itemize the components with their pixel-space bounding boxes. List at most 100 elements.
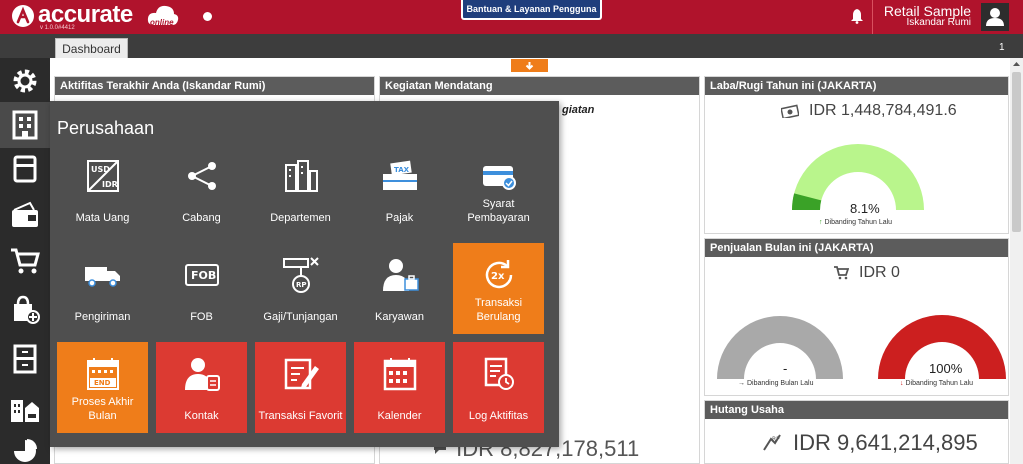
arrow-down-icon: ↓ [900,380,904,387]
building-icon [255,156,346,196]
tile-favorite-transaction[interactable]: Transaksi Favorit [255,342,346,433]
money-icon [781,104,799,118]
bank-icon [12,201,38,227]
tile-branch[interactable]: Cabang [156,144,247,235]
user-avatar-icon[interactable] [981,3,1009,31]
contact-icon [156,354,247,394]
svg-text:RP: RP [772,436,780,443]
sales-right-compare: Dibanding Tahun Lalu [905,380,974,387]
profit-pct: 8.1% [850,201,880,216]
tile-contact[interactable]: Kontak [156,342,247,433]
debt-icon: RP [763,434,781,451]
sales-right-label: 100% [929,361,963,376]
scroll-thumb[interactable] [1012,72,1021,232]
topbar-divider [872,0,873,34]
sales-left-compare: Dibanding Bulan Lalu [746,380,814,387]
sales-value: IDR 0 [859,264,900,281]
sidebar-item-ledger[interactable] [0,146,50,192]
svg-text:IDR: IDR [102,180,118,189]
tile-label: FOB [190,311,213,323]
inventory-icon [13,344,37,374]
tile-label: Syarat Pembayaran [467,198,530,224]
status-dot [203,12,212,21]
overlay-title: Perusahaan [57,118,155,138]
collapse-toggle-button[interactable] [511,59,548,72]
tab-dashboard[interactable]: Dashboard [55,38,128,58]
tile-label: Log Aktifitas [468,410,529,422]
cart-icon [11,248,40,274]
panel-upcoming-title: Kegiatan Mendatang [380,77,699,95]
payment-terms-icon [453,156,544,196]
tile-department[interactable]: Departemen [255,144,346,235]
tile-fob[interactable]: FOB FOB [156,243,247,334]
svg-text:USD: USD [91,165,110,174]
tile-activity-log[interactable]: Log Aktifitas [453,342,544,433]
employee-icon [354,255,445,295]
activity-log-icon [453,354,544,394]
sidebar-item-settings[interactable] [0,58,50,104]
scroll-up-icon[interactable] [1012,60,1021,68]
sidebar-item-bank[interactable] [0,192,50,238]
accurate-logo-icon[interactable] [12,5,34,27]
bell-icon[interactable] [850,8,864,24]
svg-text:TAX: TAX [394,166,410,174]
salary-icon: RP [255,255,346,295]
tile-label: Pajak [385,212,414,224]
tile-employee[interactable]: Karyawan [354,243,445,334]
top-bar: accurate online v 1.0.0#4412 Bantuan & L… [0,0,1023,34]
tile-currency[interactable]: USD IDR Mata Uang [57,144,148,235]
tile-label: Proses Akhir Bulan [71,396,134,422]
panel-debt: Hutang Usaha RP IDR 9,641,214,895 [704,400,1009,464]
panel-activities-title: Aktifitas Terakhir Anda (Iskandar Rumi) [55,77,374,95]
calendar-icon [354,354,445,394]
sidebar-item-sales[interactable] [0,238,50,284]
tile-label: Kalender [377,410,422,422]
tile-label: Pengiriman [74,311,131,323]
report-icon [14,439,37,462]
sidebar-item-inventory[interactable] [0,336,50,382]
debt-value: IDR 9,641,214,895 [793,430,978,455]
panel-debt-title: Hutang Usaha [705,401,1008,419]
tile-tax[interactable]: TAX Pajak [354,144,445,235]
tile-label: Gaji/Tunjangan [263,311,338,323]
panel-sales-title: Penjualan Bulan ini (JAKARTA) [705,239,1008,257]
svg-text:FOB: FOB [191,269,216,282]
tile-salary[interactable]: RP Gaji/Tunjangan [255,243,346,334]
sales-left-label: - [783,361,788,376]
sidebar-item-assets[interactable] [0,386,50,432]
tile-label: Karyawan [375,311,424,323]
tile-recurring[interactable]: 2x Transaksi Berulang [453,243,544,334]
page-number[interactable]: 1 [999,42,1005,53]
user-name[interactable]: Iskandar Rumi [907,17,971,28]
company-menu-overlay: Perusahaan USD IDR Mata Uang Cabang Depar… [50,101,559,447]
recurring-icon: 2x [453,255,544,295]
sidebar [0,58,50,464]
settings-icon [13,69,37,93]
truck-icon [57,255,148,295]
panel-sales: Penjualan Bulan ini (JAKARTA) IDR 0 - → … [704,238,1009,396]
app-version: v 1.0.0#4412 [40,25,75,31]
company-icon [12,110,38,140]
sidebar-item-company[interactable] [0,102,50,148]
tile-month-end[interactable]: END Proses Akhir Bulan [57,342,148,433]
calendar-end-icon: END [57,354,148,394]
panel-profit-title: Laba/Rugi Tahun ini (JAKARTA) [705,77,1008,95]
sales-gauge-month [717,316,843,379]
favorite-edit-icon [255,354,346,394]
tile-shipping[interactable]: Pengiriman [57,243,148,334]
tile-label: Transaksi Berulang [474,297,523,323]
tile-calendar[interactable]: Kalender [354,342,445,433]
purchase-icon [14,295,40,324]
svg-text:RP: RP [296,281,307,289]
arrow-down-icon [525,62,534,70]
sidebar-item-report[interactable] [0,428,50,464]
currency-icon: USD IDR [57,156,148,196]
tile-label: Cabang [182,212,221,224]
tile-payment-terms[interactable]: Syarat Pembayaran [453,144,544,235]
tile-label: Kontak [184,410,219,422]
upcoming-empty-text: giatan [562,104,595,116]
sidebar-item-purchase[interactable] [0,286,50,332]
branch-icon [156,156,247,196]
arrow-right-icon: → [738,380,745,387]
help-button[interactable]: Bantuan & Layanan Pengguna [461,0,602,20]
